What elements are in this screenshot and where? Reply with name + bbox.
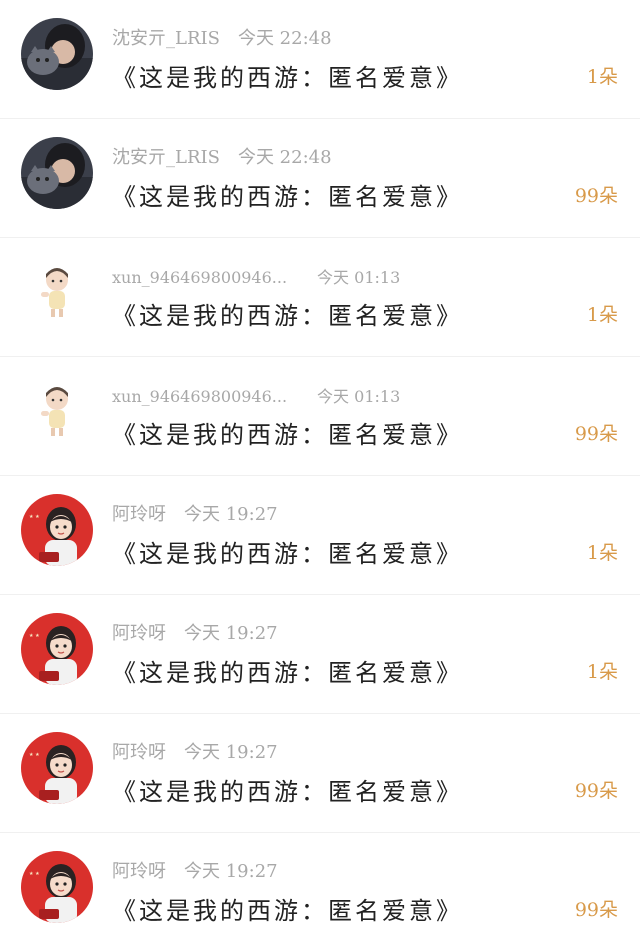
message-title: 《这是我的西游：匿名爱意》 (112, 421, 463, 449)
message-meta: 阿玲呀 今天 19:27 (112, 500, 278, 526)
avatar[interactable] (21, 137, 93, 209)
svg-text:★ ★: ★ ★ (29, 633, 40, 639)
message-meta: xun_946469800946... 今天 01:13 (112, 383, 400, 407)
list-item[interactable]: xun_946469800946... 今天 01:13 《这是我的西游：匿名爱意… (0, 357, 640, 476)
timestamp: 今天 22:48 (237, 147, 332, 168)
gift-count: 99朵 (574, 423, 618, 445)
timestamp: 今天 01:13 (317, 387, 401, 406)
list-item[interactable]: ★ ★ 阿玲呀 今天 19:27 《这是我的西游：匿名爱意》 99朵 (0, 714, 640, 833)
username[interactable]: 沈安亓_LRIS (112, 147, 220, 168)
timestamp: 今天 19:27 (184, 504, 278, 525)
svg-text:★ ★: ★ ★ (29, 871, 40, 877)
timestamp: 今天 01:13 (317, 268, 401, 287)
list-item[interactable]: xun_946469800946... 今天 01:13 《这是我的西游：匿名爱意… (0, 238, 640, 357)
timestamp: 今天 19:27 (184, 742, 278, 763)
username[interactable]: 阿玲呀 (112, 623, 166, 644)
username[interactable]: xun_946469800946... (112, 268, 287, 287)
gift-count: 1朵 (586, 304, 618, 326)
gift-list: 沈安亓_LRIS 今天 22:48 《这是我的西游：匿名爱意》 1朵 沈安亓_LR… (0, 0, 640, 952)
avatar[interactable]: ★ ★ (21, 613, 93, 685)
username[interactable]: 沈安亓_LRIS (112, 28, 220, 49)
list-item[interactable]: ★ ★ 阿玲呀 今天 19:27 《这是我的西游：匿名爱意》 1朵 (0, 595, 640, 714)
message-title: 《这是我的西游：匿名爱意》 (112, 778, 463, 806)
avatar[interactable]: ★ ★ (21, 732, 93, 804)
message-title: 《这是我的西游：匿名爱意》 (112, 540, 463, 568)
list-item[interactable]: 沈安亓_LRIS 今天 22:48 《这是我的西游：匿名爱意》 1朵 (0, 0, 640, 119)
message-meta: 阿玲呀 今天 19:27 (112, 738, 278, 764)
message-meta: 阿玲呀 今天 19:27 (112, 857, 278, 883)
message-title: 《这是我的西游：匿名爱意》 (112, 302, 463, 330)
gift-count: 1朵 (586, 661, 618, 683)
username[interactable]: 阿玲呀 (112, 861, 166, 882)
message-meta: 沈安亓_LRIS 今天 22:48 (112, 143, 332, 169)
message-meta: 沈安亓_LRIS 今天 22:48 (112, 24, 332, 50)
svg-text:★ ★: ★ ★ (29, 514, 40, 520)
gift-count: 99朵 (574, 185, 618, 207)
list-item[interactable]: ★ ★ 阿玲呀 今天 19:27 《这是我的西游：匿名爱意》 1朵 (0, 476, 640, 595)
gift-count: 99朵 (574, 780, 618, 802)
message-title: 《这是我的西游：匿名爱意》 (112, 64, 463, 92)
avatar[interactable]: ★ ★ (21, 851, 93, 923)
gift-count: 1朵 (586, 66, 618, 88)
svg-text:★ ★: ★ ★ (29, 752, 40, 758)
timestamp: 今天 19:27 (184, 623, 278, 644)
gift-count: 1朵 (586, 542, 618, 564)
gift-count: 99朵 (574, 899, 618, 921)
message-title: 《这是我的西游：匿名爱意》 (112, 659, 463, 687)
avatar[interactable] (21, 18, 93, 90)
username[interactable]: 阿玲呀 (112, 742, 166, 763)
message-meta: xun_946469800946... 今天 01:13 (112, 264, 400, 288)
timestamp: 今天 22:48 (237, 28, 332, 49)
timestamp: 今天 19:27 (184, 861, 278, 882)
avatar[interactable] (21, 375, 93, 447)
message-meta: 阿玲呀 今天 19:27 (112, 619, 278, 645)
message-title: 《这是我的西游：匿名爱意》 (112, 897, 463, 925)
avatar[interactable] (21, 256, 93, 328)
list-item[interactable]: ★ ★ 阿玲呀 今天 19:27 《这是我的西游：匿名爱意》 99朵 (0, 833, 640, 952)
list-item[interactable]: 沈安亓_LRIS 今天 22:48 《这是我的西游：匿名爱意》 99朵 (0, 119, 640, 238)
message-title: 《这是我的西游：匿名爱意》 (112, 183, 463, 211)
username[interactable]: xun_946469800946... (112, 387, 287, 406)
avatar[interactable]: ★ ★ (21, 494, 93, 566)
username[interactable]: 阿玲呀 (112, 504, 166, 525)
